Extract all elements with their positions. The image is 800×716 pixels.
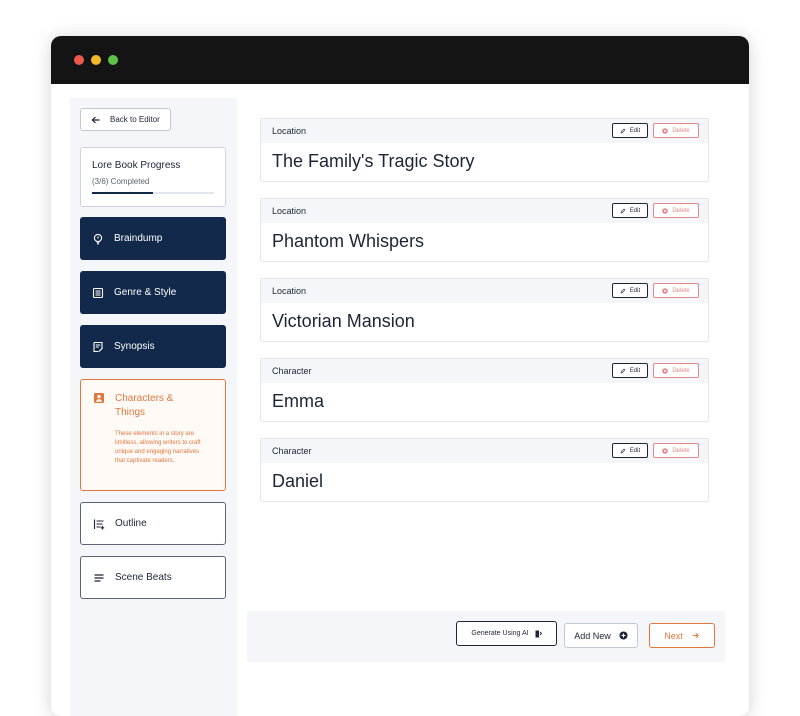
person-badge-icon: [94, 393, 104, 403]
back-to-editor-button[interactable]: Back to Editor: [80, 108, 171, 131]
pencil-icon: [620, 208, 626, 213]
sidebar-item-label: Synopsis: [114, 341, 155, 352]
entry-header: Location Edit Delete: [261, 119, 708, 143]
edit-button[interactable]: Edit: [612, 123, 648, 138]
sidebar-item-description: These elements in a story are limitless,…: [115, 431, 201, 464]
delete-icon: [662, 127, 669, 134]
next-button[interactable]: Next: [649, 623, 715, 648]
entry-name: The Family's Tragic Story: [272, 151, 475, 171]
pencil-icon: [620, 368, 626, 373]
entry-name: Emma: [272, 391, 325, 411]
delete-label: Delete: [672, 127, 690, 134]
next-label: Next: [664, 630, 683, 641]
sidebar-item-synopsis[interactable]: Synopsis: [80, 325, 226, 368]
entry-header: Location Edit Delete: [261, 199, 708, 223]
lightbulb-icon: [93, 233, 103, 244]
edit-button[interactable]: Edit: [612, 443, 648, 458]
progress-card: Lore Book Progress (3/6) Completed: [80, 147, 226, 207]
delete-label: Delete: [672, 367, 690, 374]
delete-icon: [662, 447, 669, 454]
sidebar: Back to Editor Lore Book Progress (3/6) …: [70, 98, 237, 716]
entry-card: Location Edit Delete The Family's Tragic…: [260, 118, 709, 182]
entry-header: Character Edit Delete: [261, 439, 708, 463]
delete-button[interactable]: Delete: [653, 443, 699, 458]
edit-label: Edit: [629, 287, 641, 294]
pencil-icon: [620, 128, 626, 133]
entry-type: Location: [272, 286, 307, 296]
sidebar-item-label: Scene Beats: [115, 572, 172, 583]
entry-card: Location Edit Delete Victorian Mansion: [260, 278, 709, 342]
entry-card: Character Edit Delete Daniel: [260, 438, 709, 502]
arrow-left-icon: [91, 116, 100, 123]
progress-bar-fill: [92, 192, 153, 194]
entry-card: Character Edit Delete Emma: [260, 358, 709, 422]
sidebar-item-outline[interactable]: Outline: [80, 502, 226, 545]
outline-list-icon: [93, 519, 105, 529]
entry-name: Phantom Whispers: [272, 231, 425, 251]
sidebar-item-label: Genre & Style: [114, 287, 177, 298]
edit-label: Edit: [629, 367, 641, 374]
sidebar-item-label: Characters & Things: [115, 393, 174, 418]
sidebar-item-label: Braindump: [114, 233, 163, 244]
delete-icon: [662, 287, 669, 294]
browser-window: Back to Editor Lore Book Progress (3/6) …: [51, 36, 749, 716]
sidebar-item-scene-beats[interactable]: Scene Beats: [80, 556, 226, 599]
delete-button[interactable]: Delete: [653, 283, 699, 298]
lines-icon: [94, 573, 104, 582]
add-new-label: Add New: [574, 630, 611, 641]
progress-status: (3/6) Completed: [92, 177, 150, 186]
entry-name: Victorian Mansion: [272, 311, 415, 331]
delete-button[interactable]: Delete: [653, 363, 699, 378]
active-item-text: Characters & Things These elements in a …: [115, 392, 209, 466]
entry-header: Location Edit Delete: [261, 279, 708, 303]
maximize-window-dot[interactable]: [108, 55, 118, 65]
entry-type: Character: [272, 446, 312, 456]
footer-action-bar: Generate Using AI Add New Next: [247, 611, 725, 662]
delete-button[interactable]: Delete: [653, 123, 699, 138]
progress-bar: [92, 192, 214, 194]
ai-sparkle-icon: [535, 630, 542, 637]
entry-type: Location: [272, 206, 307, 216]
list-icon: [92, 287, 104, 298]
progress-title: Lore Book Progress: [92, 160, 181, 171]
edit-label: Edit: [629, 447, 641, 454]
back-to-editor-label: Back to Editor: [110, 115, 160, 124]
delete-icon: [662, 207, 669, 214]
sidebar-item-label: Outline: [115, 518, 147, 529]
close-window-dot[interactable]: [74, 55, 84, 65]
entry-header: Character Edit Delete: [261, 359, 708, 383]
add-new-button[interactable]: Add New: [564, 623, 638, 648]
edit-button[interactable]: Edit: [612, 203, 648, 218]
window-titlebar: [51, 36, 749, 84]
entry-type: Location: [272, 126, 307, 136]
document-edit-icon: [93, 341, 103, 352]
delete-label: Delete: [672, 287, 690, 294]
generate-using-ai-button[interactable]: Generate Using AI: [456, 621, 557, 646]
generate-label: Generate Using AI: [471, 630, 529, 637]
pencil-icon: [620, 448, 626, 453]
delete-icon: [662, 367, 669, 374]
sidebar-item-braindump[interactable]: Braindump: [80, 217, 226, 260]
plus-circle-icon: [619, 631, 628, 640]
edit-label: Edit: [629, 127, 641, 134]
delete-label: Delete: [672, 207, 690, 214]
edit-button[interactable]: Edit: [612, 363, 648, 378]
pencil-icon: [620, 288, 626, 293]
edit-button[interactable]: Edit: [612, 283, 648, 298]
arrow-right-icon: [692, 632, 699, 639]
delete-label: Delete: [672, 447, 690, 454]
entry-type: Character: [272, 366, 312, 376]
entry-name: Daniel: [272, 471, 324, 491]
minimize-window-dot[interactable]: [91, 55, 101, 65]
delete-button[interactable]: Delete: [653, 203, 699, 218]
edit-label: Edit: [629, 207, 641, 214]
sidebar-item-characters-things[interactable]: Characters & Things These elements in a …: [80, 379, 226, 491]
sidebar-item-genre-style[interactable]: Genre & Style: [80, 271, 226, 314]
entry-card: Location Edit Delete Phantom Whispers: [260, 198, 709, 262]
